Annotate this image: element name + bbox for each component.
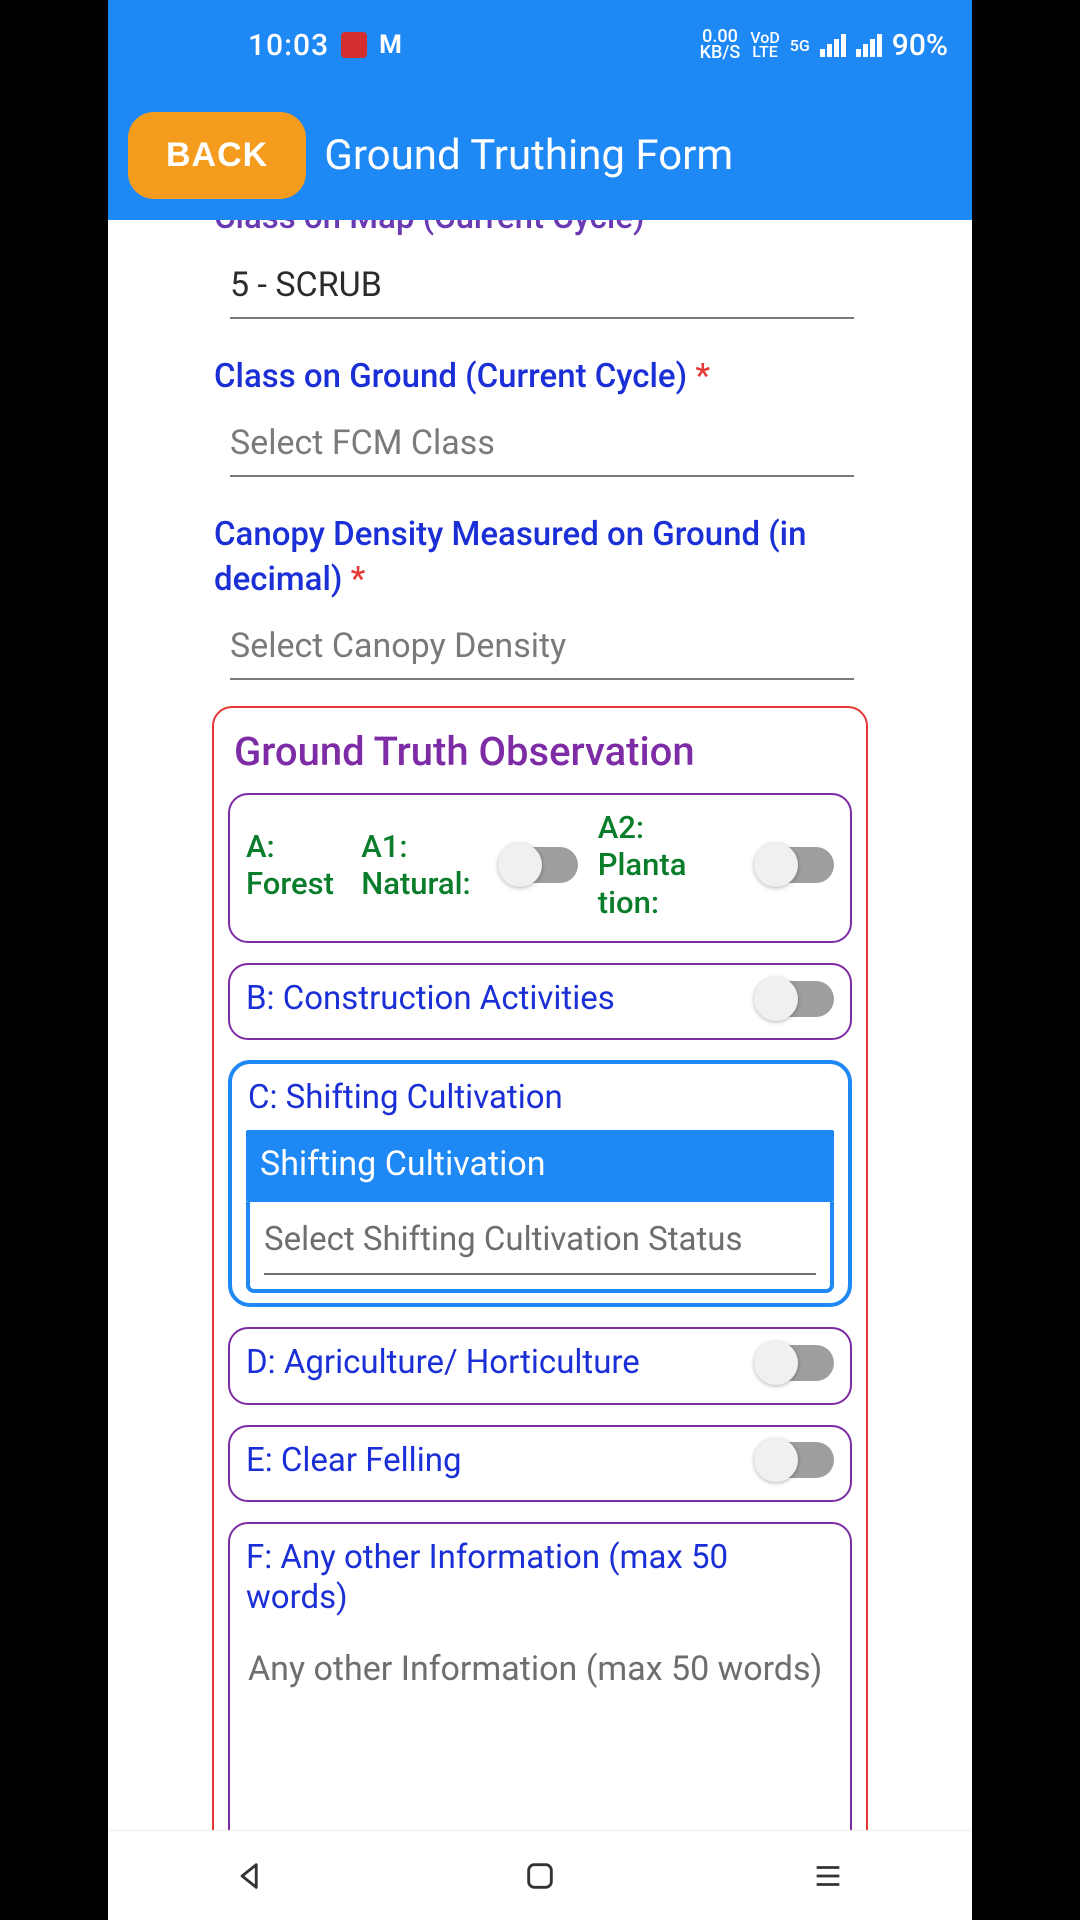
- label-a2-plantation: A2: Planta tion:: [598, 809, 738, 921]
- back-button[interactable]: BACK: [128, 112, 306, 199]
- label-a1-natural: A1: Natural:: [361, 828, 481, 902]
- select-shifting-cultivation-status[interactable]: Select Shifting Cultivation Status: [264, 1214, 816, 1275]
- network-type: 5G: [790, 36, 810, 55]
- signal-icon-1: [820, 34, 846, 57]
- status-right: 0.00KB/S VoDLTE 5G 90%: [700, 28, 948, 63]
- shifting-cultivation-body: Select Shifting Cultivation Status: [246, 1202, 834, 1293]
- label-f-other-info: F: Any other Information (max 50 words): [246, 1538, 834, 1617]
- label-e-clear-felling: E: Clear Felling: [246, 1441, 748, 1481]
- system-nav-bar: [108, 1830, 972, 1920]
- gmail-icon: M: [379, 30, 400, 60]
- label-c-shifting: C: Shifting Cultivation: [248, 1078, 832, 1118]
- obs-card-e: E: Clear Felling: [228, 1425, 852, 1503]
- label-a-forest: A: Forest: [246, 828, 341, 902]
- form-scroll[interactable]: Class on Map (Current Cycle) * 5 - SCRUB…: [108, 220, 972, 1830]
- battery-level: 90%: [892, 28, 948, 63]
- ground-truth-observation-panel: Ground Truth Observation A: Forest A1: N…: [212, 706, 868, 1830]
- record-icon: [341, 32, 367, 58]
- shifting-cultivation-header: Shifting Cultivation: [246, 1130, 834, 1202]
- textarea-other-info[interactable]: Any other Information (max 50 words): [246, 1633, 834, 1830]
- obs-card-f: F: Any other Information (max 50 words) …: [228, 1522, 852, 1830]
- status-bar: 10:03 M 0.00KB/S VoDLTE 5G 90%: [108, 0, 972, 90]
- label-d-agriculture: D: Agriculture/ Horticulture: [246, 1343, 748, 1383]
- toggle-e-clear-felling[interactable]: [758, 1442, 834, 1478]
- status-left: 10:03 M: [248, 28, 400, 63]
- form-area: Class on Map (Current Cycle) * 5 - SCRUB…: [108, 220, 972, 1830]
- signal-icon-2: [856, 34, 882, 57]
- obs-card-b: B: Construction Activities: [228, 963, 852, 1041]
- phone-frame: 10:03 M 0.00KB/S VoDLTE 5G 90% BACK Grou…: [108, 0, 972, 1920]
- nav-recent-icon[interactable]: [811, 1859, 845, 1893]
- input-class-on-map[interactable]: 5 - SCRUB: [230, 255, 854, 319]
- app-header: BACK Ground Truthing Form: [108, 90, 972, 220]
- nav-back-icon[interactable]: [235, 1859, 269, 1893]
- input-class-on-ground[interactable]: Select FCM Class: [230, 413, 854, 477]
- input-canopy-density[interactable]: Select Canopy Density: [230, 616, 854, 680]
- label-b-construction: B: Construction Activities: [246, 979, 748, 1019]
- toggle-a2-plantation[interactable]: [758, 847, 834, 883]
- obs-card-c: C: Shifting Cultivation Shifting Cultiva…: [228, 1060, 852, 1307]
- obs-card-d: D: Agriculture/ Horticulture: [228, 1327, 852, 1405]
- status-time: 10:03: [248, 28, 329, 63]
- nav-home-icon[interactable]: [523, 1859, 557, 1893]
- toggle-d-agriculture[interactable]: [758, 1345, 834, 1381]
- label-canopy-density: Canopy Density Measured on Ground (in de…: [124, 503, 956, 612]
- observation-title: Ground Truth Observation: [228, 722, 852, 793]
- toggle-b-construction[interactable]: [758, 981, 834, 1017]
- network-speed: 0.00KB/S: [700, 29, 741, 61]
- obs-card-a: A: Forest A1: Natural: A2: Planta tion:: [228, 793, 852, 943]
- volte-icon: VoDLTE: [750, 31, 780, 60]
- page-title: Ground Truthing Form: [324, 131, 733, 180]
- label-class-on-map: Class on Map (Current Cycle) *: [124, 220, 956, 251]
- toggle-a1-natural[interactable]: [502, 847, 578, 883]
- label-class-on-ground: Class on Ground (Current Cycle) *: [124, 345, 956, 410]
